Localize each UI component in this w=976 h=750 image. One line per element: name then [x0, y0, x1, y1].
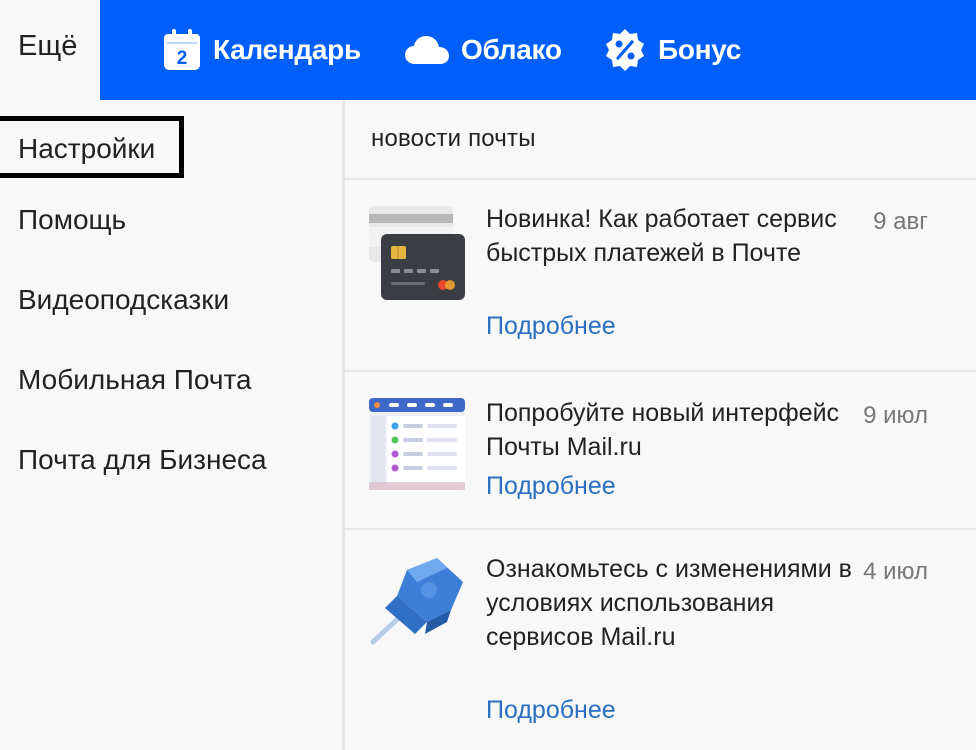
calendar-icon: 2 [164, 29, 200, 70]
menu-item-label: Настройки [18, 133, 156, 164]
bank-cards-icon [369, 206, 465, 300]
menu-item-label: Почта для Бизнеса [18, 444, 267, 475]
calendar-link[interactable]: 2 Календарь [163, 0, 361, 100]
menu-item-mobile-mail[interactable]: Мобильная Почта [18, 364, 252, 396]
more-tab-label: Ещё [18, 30, 78, 62]
cloud-link[interactable]: Облако [405, 0, 562, 100]
menu-item-video-tips[interactable]: Видеоподсказки [18, 284, 229, 316]
mail-interface-icon [369, 398, 465, 490]
news-more-link[interactable]: Подробнее [486, 312, 616, 341]
news-more-link[interactable]: Подробнее [486, 696, 616, 725]
menu-item-settings[interactable]: Настройки [0, 116, 185, 178]
news-date: 9 июл [863, 402, 928, 429]
cloud-label: Облако [461, 34, 562, 65]
news-date: 9 авг [873, 208, 928, 235]
bonus-link[interactable]: Бонус [604, 0, 741, 100]
news-item[interactable]: Попробуйте новый интерфейс Почты Mail.ru… [345, 372, 976, 528]
more-tab[interactable]: Ещё [0, 0, 100, 100]
news-item[interactable]: Ознакомьтесь с изменениями в условиях ис… [345, 530, 976, 750]
cloud-icon [405, 36, 449, 64]
bonus-percent-icon [606, 29, 644, 71]
menu-item-label: Помощь [18, 204, 127, 235]
news-title: новости почты [371, 125, 536, 152]
menu-item-business-mail[interactable]: Почта для Бизнеса [18, 444, 267, 476]
news-more-link[interactable]: Подробнее [486, 472, 616, 501]
menu-item-label: Видеоподсказки [18, 284, 230, 315]
top-bar: Ещё 2 Календарь Облако Бонус [0, 0, 976, 100]
more-menu: Настройки Помощь Видеоподсказки Мобильна… [0, 100, 342, 750]
calendar-label: Календарь [213, 34, 361, 65]
menu-item-help[interactable]: Помощь [18, 204, 126, 236]
news-text: Ознакомьтесь с изменениями в условиях ис… [486, 555, 852, 651]
mail-news-panel: новости почты Новинка! Как работает серв… [345, 100, 976, 750]
news-date: 4 июл [863, 558, 928, 585]
news-item[interactable]: Новинка! Как работает сервис быстрых пла… [345, 180, 976, 370]
calendar-badge: 2 [177, 48, 188, 69]
menu-item-label: Мобильная Почта [18, 364, 252, 395]
pushpin-icon [370, 558, 463, 645]
news-text: Новинка! Как работает сервис быстрых пла… [486, 205, 837, 267]
bonus-label: Бонус [658, 34, 742, 65]
news-text: Попробуйте новый интерфейс Почты Mail.ru [486, 399, 840, 461]
